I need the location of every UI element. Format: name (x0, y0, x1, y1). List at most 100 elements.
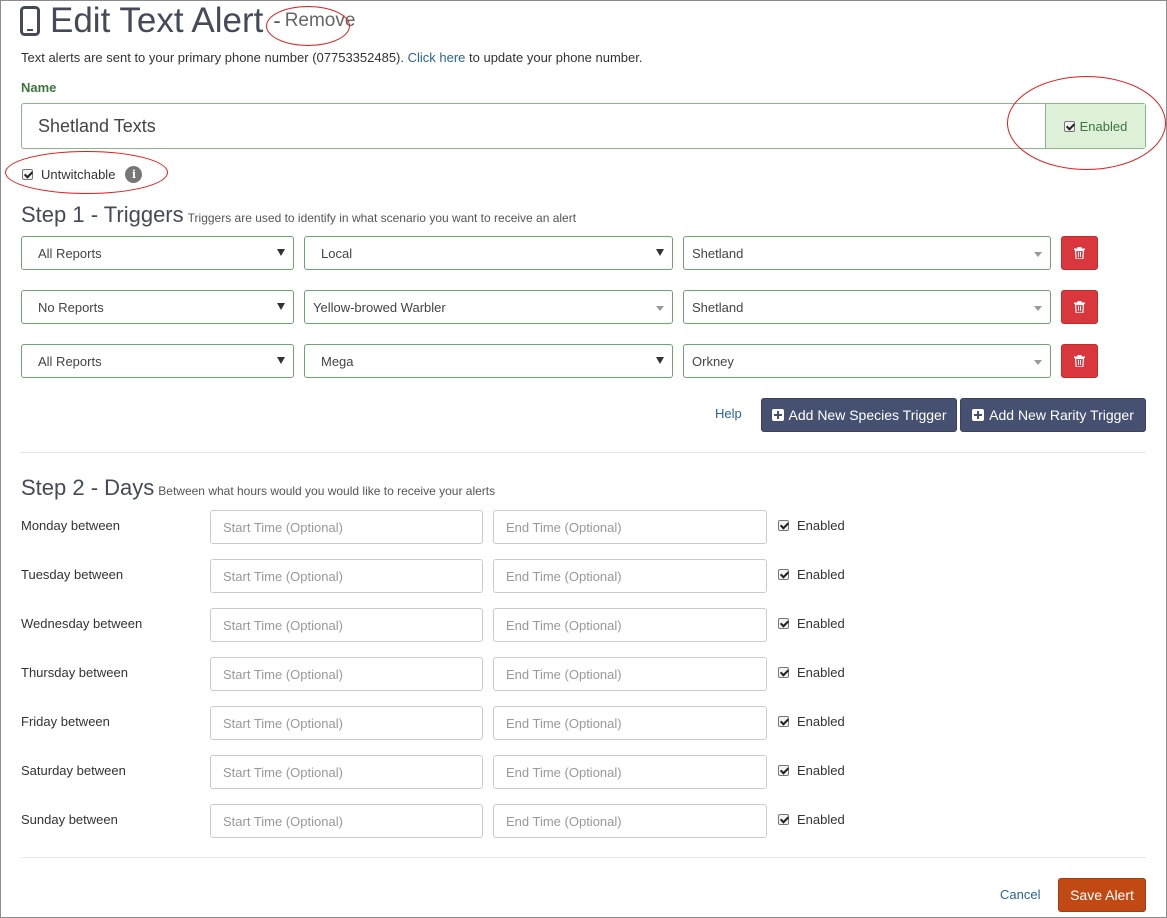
trigger-species-select[interactable]: Yellow-browed Warbler (304, 290, 673, 324)
mobile-phone-icon (20, 6, 40, 36)
day-enabled[interactable]: Enabled (778, 812, 845, 827)
day-enabled-checkbox[interactable] (778, 569, 789, 580)
plus-square-icon (771, 409, 784, 421)
phone-info-suffix: to update your phone number. (465, 50, 643, 65)
divider (21, 857, 1146, 858)
caret-down-icon (1034, 360, 1042, 365)
trigger-region-select[interactable]: Shetland (683, 236, 1051, 270)
day-label: Tuesday between (21, 567, 124, 582)
start-time-input[interactable] (210, 804, 483, 838)
day-enabled[interactable]: Enabled (778, 763, 845, 778)
trigger-reports-value: No Reports (38, 299, 104, 315)
day-enabled[interactable]: Enabled (778, 616, 845, 631)
alert-name-input[interactable] (22, 104, 1045, 148)
trigger-reports-value: All Reports (38, 245, 102, 261)
caret-down-icon (1034, 252, 1042, 257)
annotation-ellipse-untwitchable (5, 151, 168, 194)
add-rarity-trigger-button[interactable]: Add New Rarity Trigger (960, 398, 1146, 432)
end-time-input[interactable] (493, 804, 767, 838)
day-label: Monday between (21, 518, 121, 533)
day-enabled-checkbox[interactable] (778, 520, 789, 531)
day-enabled-checkbox[interactable] (778, 716, 789, 727)
trash-icon (1074, 301, 1085, 313)
trigger-species-value: Yellow-browed Warbler (313, 299, 446, 315)
day-enabled-checkbox[interactable] (778, 814, 789, 825)
trigger-species-value: Mega (321, 353, 354, 369)
caret-down-icon (1034, 306, 1042, 311)
phone-info-prefix: Text alerts are sent to your primary pho… (21, 50, 408, 65)
trigger-reports-select[interactable]: All Reports (21, 344, 294, 378)
trigger-region-value: Shetland (692, 245, 744, 261)
step2-subtitle: Between what hours would you would like … (158, 484, 496, 498)
caret-down-icon (656, 306, 664, 311)
page-title: Edit Text Alert (50, 1, 264, 40)
update-phone-link[interactable]: Click here (408, 50, 466, 65)
add-species-trigger-button[interactable]: Add New Species Trigger (761, 398, 957, 432)
trigger-reports-select[interactable]: All Reports (21, 236, 294, 270)
trash-icon (1074, 247, 1085, 259)
start-time-input[interactable] (210, 510, 483, 544)
end-time-input[interactable] (493, 608, 767, 642)
end-time-input[interactable] (493, 657, 767, 691)
help-link[interactable]: Help (715, 406, 742, 421)
end-time-input[interactable] (493, 755, 767, 789)
name-label: Name (21, 80, 57, 95)
annotation-ellipse-remove (266, 6, 350, 46)
caret-down-icon (656, 249, 664, 256)
delete-trigger-button[interactable] (1061, 236, 1098, 270)
start-time-input[interactable] (210, 657, 483, 691)
delete-trigger-button[interactable] (1061, 344, 1098, 378)
day-enabled-checkbox[interactable] (778, 618, 789, 629)
day-enabled-label: Enabled (797, 665, 845, 680)
phone-info-text: Text alerts are sent to your primary pho… (21, 50, 642, 65)
day-enabled-label: Enabled (797, 518, 845, 533)
end-time-input[interactable] (493, 559, 767, 593)
step1-heading: Step 1 - Triggers Triggers are used to id… (21, 202, 576, 228)
day-enabled-label: Enabled (797, 616, 845, 631)
step2-title: Step 2 - Days (21, 475, 155, 500)
day-enabled[interactable]: Enabled (778, 665, 845, 680)
day-enabled[interactable]: Enabled (778, 518, 845, 533)
plus-square-icon (972, 409, 985, 421)
save-alert-button[interactable]: Save Alert (1058, 878, 1146, 912)
divider (21, 452, 1146, 453)
add-species-trigger-label: Add New Species Trigger (788, 407, 947, 423)
caret-down-icon (277, 249, 285, 256)
add-rarity-trigger-label: Add New Rarity Trigger (989, 407, 1134, 423)
trigger-reports-select[interactable]: No Reports (21, 290, 294, 324)
start-time-input[interactable] (210, 706, 483, 740)
day-label: Friday between (21, 714, 110, 729)
caret-down-icon (277, 303, 285, 310)
day-label: Sunday between (21, 812, 118, 827)
day-enabled[interactable]: Enabled (778, 567, 845, 582)
start-time-input[interactable] (210, 755, 483, 789)
step1-title: Step 1 - Triggers (21, 202, 184, 227)
trigger-species-select[interactable]: Local (304, 236, 673, 270)
caret-down-icon (277, 357, 285, 364)
trigger-region-value: Orkney (692, 353, 734, 369)
start-time-input[interactable] (210, 608, 483, 642)
day-enabled-checkbox[interactable] (778, 667, 789, 678)
delete-trigger-button[interactable] (1061, 290, 1098, 324)
name-input-group: Enabled (21, 103, 1146, 149)
trigger-species-select[interactable]: Mega (304, 344, 673, 378)
day-label: Thursday between (21, 665, 128, 680)
caret-down-icon (656, 357, 664, 364)
trigger-species-value: Local (321, 245, 353, 261)
day-enabled-label: Enabled (797, 567, 845, 582)
trash-icon (1074, 355, 1085, 367)
day-label: Wednesday between (21, 616, 143, 631)
day-enabled-label: Enabled (797, 812, 845, 827)
trigger-region-value: Shetland (692, 299, 744, 315)
trigger-region-select[interactable]: Shetland (683, 290, 1051, 324)
start-time-input[interactable] (210, 559, 483, 593)
trigger-region-select[interactable]: Orkney (683, 344, 1051, 378)
annotation-ellipse-enabled (1007, 76, 1166, 170)
day-enabled[interactable]: Enabled (778, 714, 845, 729)
cancel-link[interactable]: Cancel (1000, 887, 1040, 902)
step1-subtitle: Triggers are used to identify in what sc… (187, 211, 577, 225)
day-enabled-checkbox[interactable] (778, 765, 789, 776)
day-label: Saturday between (21, 763, 126, 778)
end-time-input[interactable] (493, 706, 767, 740)
end-time-input[interactable] (493, 510, 767, 544)
